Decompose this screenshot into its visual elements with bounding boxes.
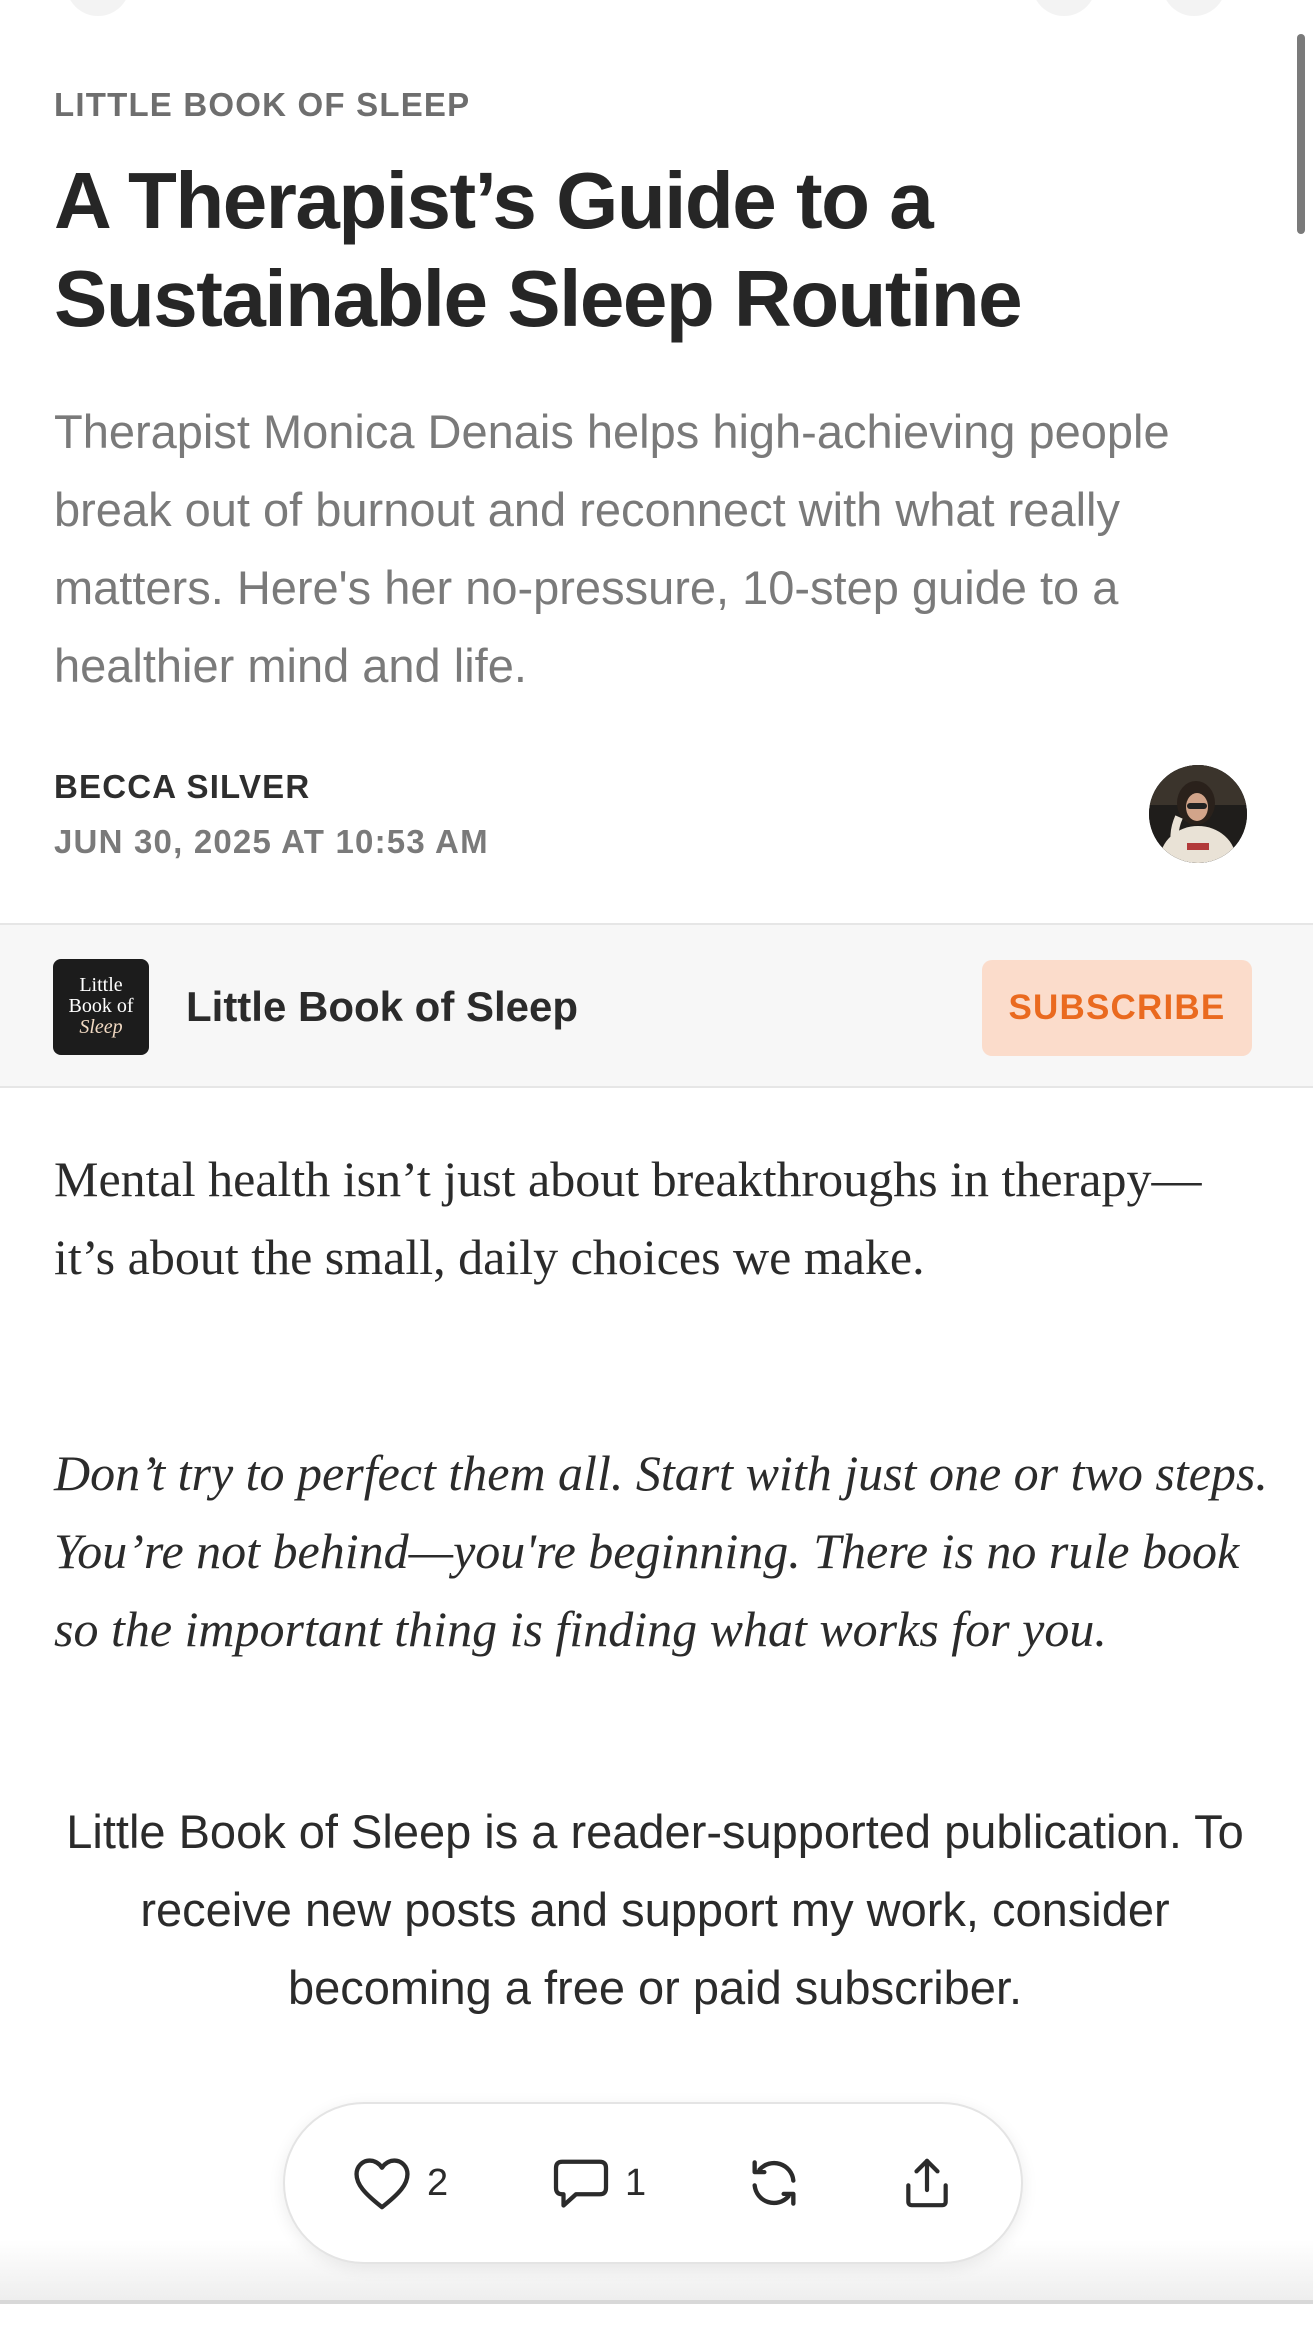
header-button-right-1[interactable] [1032, 0, 1096, 16]
comment-icon [551, 2155, 611, 2211]
scrollbar[interactable] [1297, 34, 1305, 234]
subscribe-button[interactable]: SUBSCRIBE [982, 960, 1252, 1056]
restack-icon [745, 2154, 803, 2212]
bottom-divider [0, 2300, 1313, 2304]
publication-bar: Little Book of Sleep Little Book of Slee… [0, 923, 1313, 1088]
share-button[interactable] [899, 2104, 955, 2262]
post-date: JUN 30, 2025 AT 10:53 AM [54, 823, 489, 860]
comment-count: 1 [625, 2161, 647, 2204]
author-name[interactable]: BECCA SILVER [54, 768, 310, 806]
like-button[interactable]: 2 [351, 2104, 448, 2262]
author-avatar[interactable] [1149, 765, 1247, 863]
share-icon [899, 2154, 955, 2212]
article-title: A Therapist’s Guide to a Sustainable Sle… [54, 156, 1023, 343]
header-button-right-2[interactable] [1162, 0, 1226, 16]
subscription-notice: Little Book of Sleep is a reader-support… [66, 1805, 1244, 2014]
logo-text-line3: Sleep [79, 1016, 123, 1038]
publication-eyebrow[interactable]: LITTLE BOOK OF SLEEP [54, 86, 470, 124]
comment-button[interactable]: 1 [551, 2104, 646, 2262]
heart-icon [351, 2155, 413, 2211]
article-paragraph: Mental health isn’t just about breakthro… [54, 1151, 1202, 1285]
publication-name[interactable]: Little Book of Sleep [186, 983, 578, 1031]
article-italic-paragraph: Don’t try to perfect them all. Start wit… [54, 1445, 1268, 1657]
logo-text-line1: Little [79, 974, 123, 996]
logo-text-line2: Book of [68, 995, 134, 1017]
article-subtitle: Therapist Monica Denais helps high-achie… [54, 405, 1170, 692]
publication-logo[interactable]: Little Book of Sleep [53, 959, 149, 1055]
like-count: 2 [427, 2161, 449, 2204]
post-action-bar: 2 1 [283, 2102, 1023, 2264]
header-button-left[interactable] [66, 0, 130, 16]
restack-button[interactable] [745, 2104, 803, 2262]
